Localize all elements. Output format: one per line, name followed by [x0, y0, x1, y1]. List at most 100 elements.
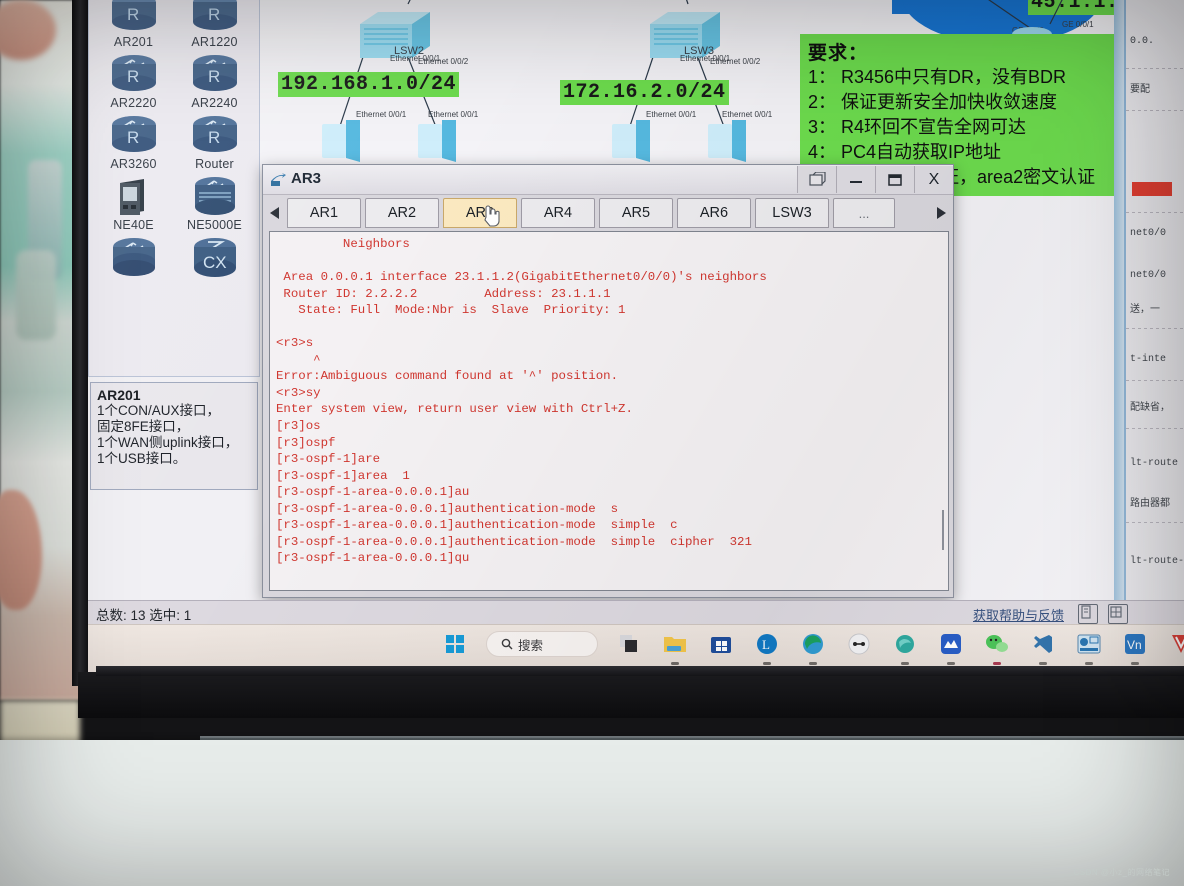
- windows-taskbar[interactable]: 搜索 L Vn: [88, 624, 1184, 672]
- laptop-lower-bezel: [78, 672, 1184, 718]
- ensp-icon[interactable]: [1074, 629, 1104, 665]
- info-title: AR201: [97, 387, 141, 403]
- minimize-button[interactable]: [836, 166, 875, 193]
- ar3-cli-window[interactable]: AR3 X AR1 AR2 AR3 AR4 AR5 AR6 LSW3 ... N…: [262, 164, 954, 598]
- requirement-item: 2： 保证更新安全加快收敛速度: [808, 92, 1058, 112]
- bgwin-fragment: lt-route-: [1130, 556, 1184, 567]
- cli-title-bar[interactable]: AR3 X: [263, 165, 953, 195]
- mountain-app-icon[interactable]: [936, 629, 966, 665]
- edge-icon[interactable]: [798, 629, 828, 665]
- running-indicator: [947, 662, 955, 665]
- palette-device-ar201[interactable]: R AR201: [93, 0, 174, 49]
- tab-ar5[interactable]: AR5: [599, 198, 673, 228]
- bgwin-fragment: 配缺省，: [1130, 402, 1170, 413]
- task-view-icon[interactable]: [614, 629, 644, 659]
- router-icon: R: [111, 116, 156, 152]
- bgwin-fragment: 要配: [1130, 84, 1150, 95]
- status-grid-icon[interactable]: [1108, 604, 1128, 624]
- lenovo-icon[interactable]: L: [752, 629, 782, 665]
- pc-icon-3[interactable]: [610, 118, 670, 166]
- bgwin-fragment: 送，一: [1130, 304, 1160, 315]
- svg-text:R: R: [208, 5, 220, 24]
- pc-icon-2[interactable]: [416, 118, 476, 166]
- bgwin-fragment: net0/0: [1130, 228, 1167, 239]
- tab-ar3[interactable]: AR3: [443, 198, 517, 228]
- svg-text:R: R: [208, 128, 220, 147]
- info-line: 固定8FE接口，: [97, 419, 190, 434]
- tab-ar6[interactable]: AR6: [677, 198, 751, 228]
- background-window-right[interactable]: 0.0. 要配 net0/0 net0/0 送，一 t-inte 配缺省， lt…: [1124, 0, 1184, 608]
- bgwin-fragment: 0.0.: [1130, 36, 1155, 47]
- pc-icon-1[interactable]: [320, 118, 380, 166]
- svg-text:R: R: [127, 5, 139, 24]
- background-window-scrollbar[interactable]: [1114, 0, 1124, 608]
- restore-button[interactable]: [797, 166, 836, 193]
- tab-overflow[interactable]: ...: [833, 198, 895, 228]
- running-indicator: [993, 662, 1001, 665]
- background-bottle-2: [16, 250, 56, 340]
- wps-icon[interactable]: [1166, 629, 1184, 659]
- palette-device-ar2240[interactable]: R AR2240: [174, 51, 255, 110]
- tab-ar1[interactable]: AR1: [287, 198, 361, 228]
- info-line: 1个WAN侧uplink接口，: [97, 435, 239, 450]
- 360-browser-icon[interactable]: [890, 629, 920, 665]
- requirements-heading: 要求：: [808, 43, 869, 64]
- terminal-output: Neighbors Area 0.0.0.1 interface 23.1.1.…: [276, 237, 767, 566]
- palette-device-router[interactable]: R Router: [174, 112, 255, 171]
- palette-device-stacked[interactable]: [93, 234, 174, 279]
- interface-label-e002-lsw3: Ethernet 0/0/2: [710, 57, 761, 66]
- bgwin-highlight: [1132, 182, 1172, 196]
- palette-device-ar2220[interactable]: R AR2220: [93, 51, 174, 110]
- file-explorer-icon[interactable]: [660, 629, 690, 665]
- palette-device-label: NE40E: [113, 218, 154, 232]
- palette-device-ne5000e[interactable]: NE5000E: [174, 173, 255, 232]
- start-button[interactable]: [440, 629, 470, 659]
- tab-lsw3[interactable]: LSW3: [755, 198, 829, 228]
- close-button[interactable]: X: [914, 166, 953, 193]
- maximize-button[interactable]: [875, 166, 914, 193]
- laptop-screen: 45.1.1.0/24 GE 0/0/1 GE 0/0/0 R 1.1: [88, 0, 1184, 672]
- net-label-172: 172.16.2.0/24: [560, 80, 729, 105]
- cli-terminal[interactable]: Neighbors Area 0.0.0.1 interface 23.1.1.…: [269, 231, 949, 591]
- bgwin-divider: [1126, 110, 1184, 111]
- vncviewer-icon[interactable]: Vn: [1120, 629, 1150, 665]
- tab-label: AR2: [387, 205, 417, 221]
- tab-label: AR5: [621, 205, 651, 221]
- vscode-icon[interactable]: [1028, 629, 1058, 665]
- tabs-scroll-left-button[interactable]: [265, 198, 285, 228]
- bgwin-fragment: t-inte: [1130, 354, 1167, 365]
- device-palette[interactable]: R AR201 R AR1220 R AR2220 R AR2240 R AR3…: [88, 0, 260, 377]
- cx-switch-icon: CX: [193, 238, 236, 277]
- pc-icon-4[interactable]: [706, 118, 766, 166]
- cli-tab-bar[interactable]: AR1 AR2 AR3 AR4 AR5 AR6 LSW3 ...: [263, 195, 953, 231]
- tab-ar4[interactable]: AR4: [521, 198, 595, 228]
- ensp-status-bar: 总数: 13 选中: 1 获取帮助与反馈: [88, 600, 1184, 625]
- palette-device-ar1220[interactable]: R AR1220: [174, 0, 255, 49]
- palette-device-ar3260[interactable]: R AR3260: [93, 112, 174, 171]
- status-doc-icon[interactable]: [1078, 604, 1098, 624]
- bgwin-fragment: 路由器都: [1130, 498, 1170, 509]
- tabs-scroll-right-button[interactable]: [931, 198, 951, 228]
- tab-label: AR4: [543, 205, 573, 221]
- bgwin-divider: [1126, 212, 1184, 213]
- svg-text:L: L: [762, 637, 770, 652]
- router-icon: R: [111, 55, 156, 91]
- photograph-of-laptop: 45.1.1.0/24 GE 0/0/1 GE 0/0/0 R 1.1: [0, 0, 1184, 886]
- clash-icon[interactable]: [844, 629, 874, 659]
- microsoft-store-icon[interactable]: [706, 629, 736, 659]
- ensp-application: 45.1.1.0/24 GE 0/0/1 GE 0/0/0 R 1.1: [88, 0, 1184, 636]
- tab-ar2[interactable]: AR2: [365, 198, 439, 228]
- help-feedback-link[interactable]: 获取帮助与反馈: [973, 605, 1064, 624]
- router-icon: R: [192, 0, 237, 30]
- info-line: 1个CON/AUX接口，: [97, 403, 221, 418]
- svg-text:R: R: [208, 67, 220, 86]
- watermark: CSDN @小z_的网络笔记: [1073, 868, 1170, 877]
- info-line: 1个USB接口。: [97, 451, 187, 466]
- svg-text:Vn: Vn: [1127, 638, 1142, 652]
- wechat-icon[interactable]: [982, 629, 1012, 665]
- router-icon: R: [192, 55, 237, 91]
- bgwin-divider: [1126, 428, 1184, 429]
- palette-device-ne40e[interactable]: NE40E: [93, 173, 174, 232]
- palette-device-cx[interactable]: CX: [174, 234, 255, 279]
- taskbar-search[interactable]: 搜索: [486, 631, 598, 657]
